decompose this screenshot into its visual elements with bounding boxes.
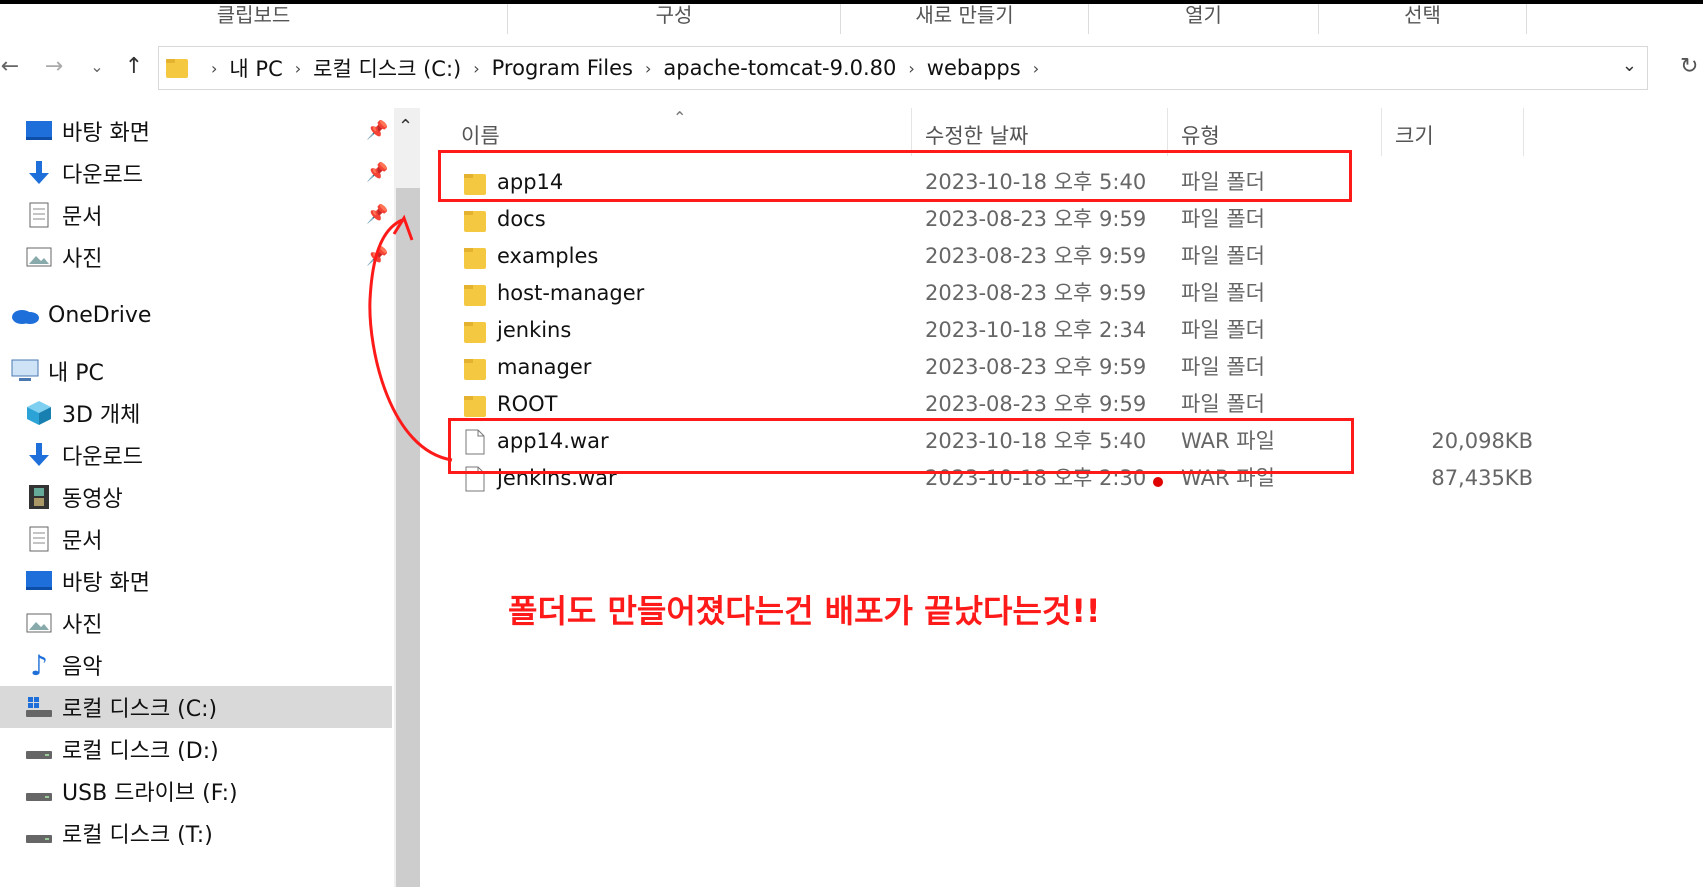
ribbon-group-select: 선택	[1319, 4, 1527, 34]
sidebar-item-3d-objects[interactable]: 3D 개체	[0, 392, 392, 434]
picture-icon	[24, 243, 54, 271]
folder-icon	[464, 211, 486, 232]
column-divider[interactable]	[911, 108, 912, 156]
arrow-right-icon: →	[44, 54, 64, 79]
arrow-up-icon: ↑	[124, 54, 144, 79]
sidebar-item-documents[interactable]: 문서 📌	[0, 194, 392, 236]
forward-button[interactable]: →	[40, 50, 68, 84]
download-icon	[24, 159, 54, 187]
chevron-right-icon[interactable]: ›	[211, 59, 217, 78]
breadcrumb-apache-tomcat[interactable]: apache-tomcat-9.0.80	[663, 56, 896, 80]
navigation-pane: 바탕 화면 📌 다운로드 📌 문서 📌 사진 📌 OneDrive 내 PC 3…	[0, 108, 392, 887]
sort-ascending-icon: ⌃	[673, 108, 687, 127]
chevron-down-icon: ⌄	[1621, 55, 1637, 76]
up-button[interactable]: ↑	[120, 50, 148, 84]
music-icon: ♪	[30, 648, 48, 682]
column-header-size[interactable]: 크기	[1395, 120, 1434, 152]
desktop-icon	[24, 117, 54, 145]
desktop-icon	[24, 567, 54, 595]
file-list: ⌃ 이름 수정한 날짜 유형 크기 app14 2023-10-18 오후 5:…	[421, 108, 1703, 887]
folder-icon	[464, 322, 486, 343]
recent-locations-button[interactable]: ⌄	[86, 50, 108, 84]
breadcrumb-webapps[interactable]: webapps	[927, 56, 1021, 80]
sidebar-item-pictures-pc[interactable]: 사진	[0, 602, 392, 644]
picture-icon	[24, 609, 54, 637]
chevron-down-icon: ⌄	[90, 57, 104, 76]
chevron-right-icon[interactable]: ›	[473, 59, 479, 78]
arrow-left-icon: ←	[0, 54, 20, 79]
sidebar-item-this-pc[interactable]: 내 PC	[0, 350, 392, 392]
highlight-box-app14-folder	[438, 150, 1352, 202]
file-row-manager[interactable]: manager 2023-08-23 오후 9:59 파일 폴더	[421, 349, 1703, 386]
breadcrumb-local-disk-c[interactable]: 로컬 디스크 (C:)	[313, 53, 461, 83]
file-row-jenkins[interactable]: jenkins 2023-10-18 오후 2:34 파일 폴더	[421, 312, 1703, 349]
column-header-date[interactable]: 수정한 날짜	[925, 120, 1028, 152]
ribbon-group-labels: 클립보드 구성 새로 만들기 열기 선택	[0, 4, 1703, 34]
film-icon	[24, 483, 54, 511]
folder-icon	[166, 59, 188, 78]
document-icon	[24, 201, 54, 229]
sidebar-item-onedrive[interactable]: OneDrive	[0, 294, 392, 336]
folder-icon	[464, 359, 486, 380]
sidebar-item-downloads[interactable]: 다운로드 📌	[0, 152, 392, 194]
sidebar-item-music[interactable]: ♪ 음악	[0, 644, 392, 686]
pin-icon[interactable]: 📌	[366, 162, 388, 183]
computer-icon	[10, 357, 40, 385]
sidebar-item-desktop-pc[interactable]: 바탕 화면	[0, 560, 392, 602]
back-button[interactable]: ←	[0, 50, 20, 84]
pin-icon[interactable]: 📌	[366, 120, 388, 141]
refresh-icon: ↻	[1680, 54, 1699, 79]
file-row-host-manager[interactable]: host-manager 2023-08-23 오후 9:59 파일 폴더	[421, 275, 1703, 312]
ribbon-group-new: 새로 만들기	[841, 4, 1089, 34]
annotation-arrow	[368, 214, 453, 462]
address-bar[interactable]: › 내 PC › 로컬 디스크 (C:) › Program Files › a…	[158, 46, 1648, 90]
chevron-right-icon[interactable]: ›	[908, 59, 914, 78]
column-divider[interactable]	[1523, 108, 1524, 156]
chevron-right-icon[interactable]: ›	[1033, 59, 1039, 78]
refresh-button[interactable]: ↻	[1680, 54, 1698, 79]
ribbon-group-open: 열기	[1089, 4, 1319, 34]
column-divider[interactable]	[1381, 108, 1382, 156]
sidebar-item-local-disk-c[interactable]: 로컬 디스크 (C:)	[0, 686, 392, 728]
drive-icon	[24, 777, 54, 805]
scroll-up-button[interactable]: ⌃	[398, 116, 413, 137]
red-dot-marker	[1153, 477, 1163, 487]
sidebar-item-desktop[interactable]: 바탕 화면 📌	[0, 110, 392, 152]
ribbon-group-organize: 구성	[508, 4, 841, 34]
chevron-up-icon: ⌃	[398, 116, 414, 137]
drive-icon	[24, 819, 54, 847]
sidebar-item-pictures[interactable]: 사진 📌	[0, 236, 392, 278]
drive-icon	[24, 735, 54, 763]
download-icon	[24, 441, 54, 469]
cloud-icon	[10, 301, 40, 329]
folder-icon	[464, 396, 486, 417]
folder-icon	[464, 285, 486, 306]
file-row-docs[interactable]: docs 2023-08-23 오후 9:59 파일 폴더	[421, 201, 1703, 238]
annotation-text: 폴더도 만들어졌다는건 배포가 끝났다는것!!	[508, 592, 1101, 630]
chevron-right-icon[interactable]: ›	[295, 59, 301, 78]
column-divider[interactable]	[1167, 108, 1168, 156]
folder-icon	[464, 248, 486, 269]
file-row-examples[interactable]: examples 2023-08-23 오후 9:59 파일 폴더	[421, 238, 1703, 275]
chevron-right-icon[interactable]: ›	[645, 59, 651, 78]
highlight-box-app14-war	[448, 418, 1354, 474]
ribbon-group-clipboard: 클립보드	[0, 4, 508, 34]
sidebar-item-local-disk-d[interactable]: 로컬 디스크 (D:)	[0, 728, 392, 770]
windows-drive-icon	[24, 693, 54, 721]
sidebar-item-downloads-pc[interactable]: 다운로드	[0, 434, 392, 476]
address-history-dropdown[interactable]: ⌄	[1622, 55, 1637, 76]
navigation-bar: ← → ⌄ ↑ › 내 PC › 로컬 디스크 (C:) › Program F…	[0, 42, 1703, 92]
cube-icon	[24, 399, 54, 427]
document-icon	[24, 525, 54, 553]
sidebar-item-documents-pc[interactable]: 문서	[0, 518, 392, 560]
breadcrumb-this-pc[interactable]: 내 PC	[229, 53, 282, 83]
sidebar-item-videos[interactable]: 동영상	[0, 476, 392, 518]
column-header-name[interactable]: 이름	[461, 120, 500, 152]
column-header-type[interactable]: 유형	[1181, 120, 1220, 152]
sidebar-item-usb-drive-f[interactable]: USB 드라이브 (F:)	[0, 770, 392, 812]
breadcrumb-program-files[interactable]: Program Files	[492, 56, 633, 80]
sidebar-item-local-disk-t[interactable]: 로컬 디스크 (T:)	[0, 812, 392, 854]
